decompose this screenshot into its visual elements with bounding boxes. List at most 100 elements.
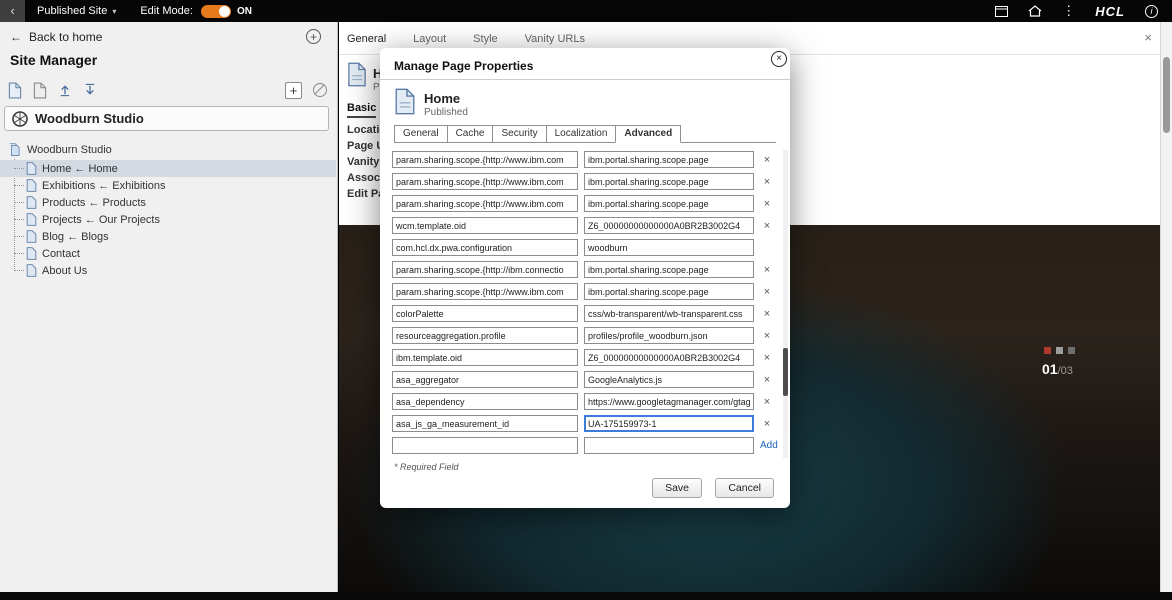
remove-row-icon[interactable]: × <box>760 352 774 364</box>
kebab-menu-icon[interactable]: ⋮ <box>1062 5 1075 17</box>
tab-layout[interactable]: Layout <box>413 33 446 45</box>
property-value-input[interactable] <box>584 151 754 168</box>
dialog-scrollbar[interactable] <box>783 150 788 458</box>
preview-window-icon[interactable] <box>995 6 1008 17</box>
new-property-key-input[interactable] <box>392 437 578 454</box>
page-icon <box>347 62 367 92</box>
property-key-input[interactable] <box>392 239 578 256</box>
cancel-button[interactable]: Cancel <box>715 478 774 498</box>
property-value-input[interactable] <box>584 349 754 366</box>
property-key-input[interactable] <box>392 371 578 388</box>
property-value-input[interactable] <box>584 195 754 212</box>
toggle-knob-icon <box>219 6 230 17</box>
tree-node-projects[interactable]: Projects ← Our Projects <box>0 211 336 228</box>
property-value-input[interactable] <box>584 261 754 278</box>
remove-row-icon[interactable]: × <box>760 198 774 210</box>
edit-mode-toggle[interactable] <box>201 5 231 18</box>
property-row: × <box>392 172 782 191</box>
tree-node-root[interactable]: Woodburn Studio <box>0 140 336 160</box>
create-page-button[interactable] <box>8 82 22 99</box>
add-page-button[interactable]: + <box>285 82 302 99</box>
no-access-icon <box>313 83 327 97</box>
dialog-scrollbar-thumb[interactable] <box>783 348 788 396</box>
scrollbar-thumb[interactable] <box>1163 57 1170 133</box>
property-value-input[interactable] <box>584 239 754 256</box>
add-row-button[interactable]: Add <box>760 440 778 451</box>
property-key-input[interactable] <box>392 195 578 212</box>
slide-dot[interactable] <box>1056 347 1063 354</box>
move-page-down-button[interactable] <box>83 83 97 97</box>
slide-indicator <box>1044 347 1075 354</box>
close-icon[interactable]: × <box>1144 30 1152 45</box>
property-row: × <box>392 216 782 235</box>
remove-row-icon[interactable]: × <box>760 220 774 232</box>
dialog-tab-localization[interactable]: Localization <box>546 125 617 143</box>
tree-node-contact[interactable]: Contact <box>0 245 336 262</box>
property-key-input[interactable] <box>392 151 578 168</box>
add-circle-icon[interactable]: + <box>306 29 321 44</box>
remove-row-icon[interactable]: × <box>760 418 774 430</box>
property-value-input-focused[interactable] <box>584 415 754 432</box>
remove-row-icon[interactable]: × <box>760 264 774 276</box>
property-value-input[interactable] <box>584 173 754 190</box>
tree-root-label: Woodburn Studio <box>27 144 112 156</box>
back-button[interactable]: ‹ <box>0 0 25 22</box>
property-value-input[interactable] <box>584 305 754 322</box>
remove-row-icon[interactable]: × <box>760 176 774 188</box>
property-value-input[interactable] <box>584 371 754 388</box>
window-scrollbar[interactable] <box>1160 22 1172 592</box>
tab-style[interactable]: Style <box>473 33 497 45</box>
property-key-input[interactable] <box>392 261 578 278</box>
property-value-input[interactable] <box>584 393 754 410</box>
tree-node-blog[interactable]: Blog ← Blogs <box>0 228 336 245</box>
dialog-close-icon[interactable]: × <box>771 51 787 67</box>
page-icon <box>26 247 37 260</box>
property-row <box>392 238 782 257</box>
property-key-input[interactable] <box>392 305 578 322</box>
remove-row-icon[interactable]: × <box>760 154 774 166</box>
duplicate-page-button[interactable] <box>33 82 47 99</box>
home-icon[interactable] <box>1028 5 1042 17</box>
page-icon <box>26 264 37 277</box>
property-row: × <box>392 282 782 301</box>
remove-row-icon[interactable]: × <box>760 308 774 320</box>
property-value-input[interactable] <box>584 283 754 300</box>
move-page-up-button[interactable] <box>58 83 72 97</box>
slide-dot[interactable] <box>1068 347 1075 354</box>
remove-row-icon[interactable]: × <box>760 374 774 386</box>
dialog-tab-cache[interactable]: Cache <box>447 125 494 143</box>
published-site-label: Published Site <box>37 5 107 17</box>
published-site-menu[interactable]: Published Site ▾ <box>37 5 116 17</box>
subtab-basic[interactable]: Basic <box>347 102 376 118</box>
property-key-input[interactable] <box>392 173 578 190</box>
property-key-input[interactable] <box>392 327 578 344</box>
property-value-input[interactable] <box>584 217 754 234</box>
property-key-input[interactable] <box>392 415 578 432</box>
property-key-input[interactable] <box>392 349 578 366</box>
remove-row-icon[interactable]: × <box>760 396 774 408</box>
property-key-input[interactable] <box>392 217 578 234</box>
info-icon[interactable]: i <box>1145 5 1158 18</box>
restrict-icon[interactable] <box>313 83 327 97</box>
new-property-value-input[interactable] <box>584 437 754 454</box>
property-value-input[interactable] <box>584 327 754 344</box>
tree-node-exhibitions[interactable]: Exhibitions ← Exhibitions <box>0 177 336 194</box>
tab-vanity-urls[interactable]: Vanity URLs <box>525 33 585 45</box>
dialog-tab-general[interactable]: General <box>394 125 448 143</box>
page-icon <box>26 196 37 209</box>
back-to-home-link[interactable]: ← Back to home <box>10 30 102 44</box>
site-selector[interactable]: Woodburn Studio <box>4 106 329 131</box>
remove-row-icon[interactable]: × <box>760 286 774 298</box>
page-icon <box>26 179 37 192</box>
property-key-input[interactable] <box>392 393 578 410</box>
dialog-tab-security[interactable]: Security <box>492 125 546 143</box>
tree-node-products[interactable]: Products ← Products <box>0 194 336 211</box>
tree-node-home[interactable]: Home ← Home <box>0 160 336 177</box>
property-key-input[interactable] <box>392 283 578 300</box>
save-button[interactable]: Save <box>652 478 702 498</box>
dialog-tab-advanced[interactable]: Advanced <box>615 125 681 143</box>
tab-general[interactable]: General <box>347 33 386 45</box>
remove-row-icon[interactable]: × <box>760 330 774 342</box>
tree-node-about[interactable]: About Us <box>0 262 336 279</box>
slide-dot-active[interactable] <box>1044 347 1051 354</box>
